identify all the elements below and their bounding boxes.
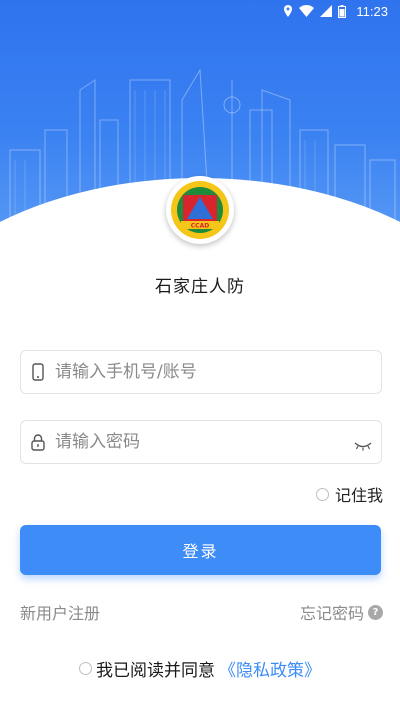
location-icon	[283, 5, 293, 17]
lock-icon	[21, 433, 55, 451]
remember-me[interactable]: 记住我	[315, 482, 383, 506]
eye-closed-icon[interactable]	[345, 433, 381, 451]
signal-icon	[320, 5, 333, 17]
app-title: 石家庄人防	[155, 277, 245, 297]
forgot-password-label: 忘记密码	[299, 604, 364, 623]
app-logo: CCAD	[166, 176, 234, 244]
forgot-password-link[interactable]: 忘记密码 ?	[300, 600, 383, 624]
remember-label: 记住我	[334, 486, 383, 505]
privacy-policy-link[interactable]: 《隐私政策》	[219, 656, 321, 681]
wifi-icon	[299, 5, 315, 17]
status-bar: 11:23	[0, 0, 400, 22]
phone-input[interactable]	[55, 362, 381, 382]
password-field[interactable]	[20, 420, 382, 464]
battery-icon	[338, 4, 347, 18]
register-link[interactable]: 新用户注册	[20, 600, 100, 624]
logo-text: CCAD	[191, 223, 209, 230]
phone-field[interactable]	[20, 350, 382, 394]
agreement-row: 我已阅读并同意 《隐私政策》	[0, 656, 400, 681]
remember-radio[interactable]	[315, 487, 329, 501]
password-input[interactable]	[55, 432, 345, 452]
agree-radio[interactable]	[79, 662, 92, 675]
phone-icon	[21, 363, 55, 381]
agreement-text: 我已阅读并同意	[96, 661, 215, 681]
login-button[interactable]: 登录	[20, 525, 381, 575]
help-icon[interactable]: ?	[368, 604, 383, 620]
status-time: 11:23	[356, 3, 388, 19]
civil-defense-emblem-icon: CCAD	[171, 181, 229, 239]
